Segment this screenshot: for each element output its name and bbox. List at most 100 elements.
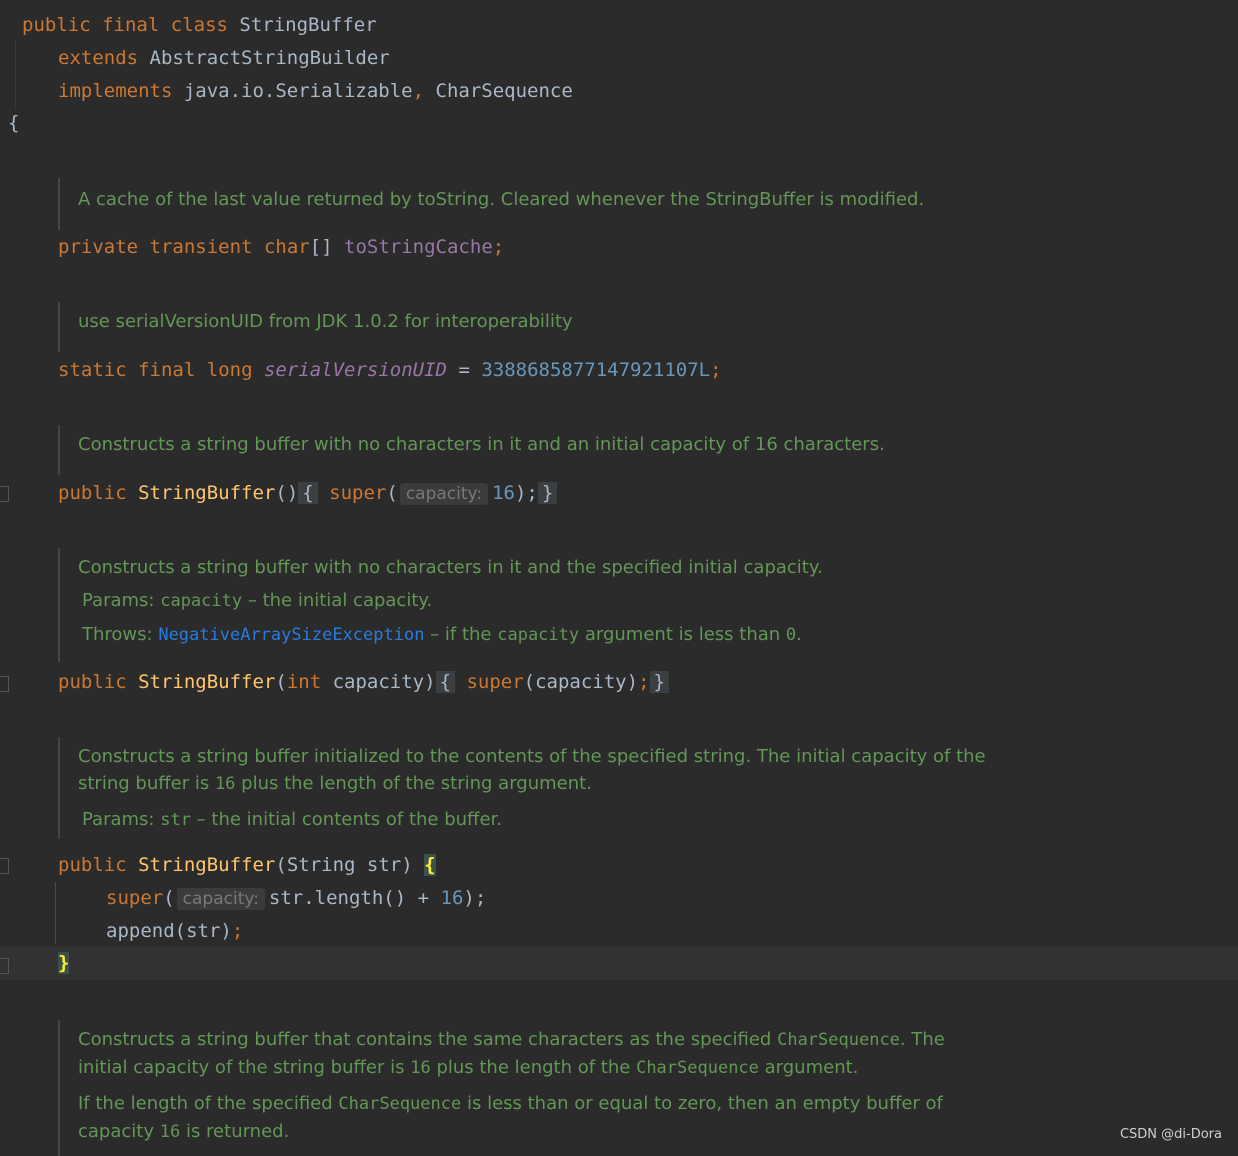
watermark: CSDN @di-Dora <box>1119 1127 1222 1142</box>
fold-marker-icon[interactable] <box>0 676 9 692</box>
text: is returned. <box>185 1121 290 1142</box>
keyword: transient <box>149 236 253 258</box>
class-name: StringBuffer <box>239 14 377 36</box>
number-literal: 16 <box>492 482 515 504</box>
comma: , <box>412 80 425 102</box>
field-name: toStringCache <box>344 236 493 258</box>
keyword: long <box>206 359 253 381</box>
code-ref: 0 <box>785 625 797 645</box>
matched-brace[interactable]: } <box>58 952 70 974</box>
indent-guide <box>55 882 56 944</box>
paren: ( <box>275 671 287 693</box>
keyword: final <box>102 14 160 36</box>
param-desc: – the initial contents of the buffer. <box>196 809 503 830</box>
javadoc-text: If the length of the specified CharSeque… <box>78 1090 945 1118</box>
text: . The <box>899 1029 945 1050</box>
implements-line[interactable]: implements java.io.Serializable, CharSeq… <box>58 76 573 106</box>
method-name: StringBuffer <box>138 671 276 693</box>
statement[interactable]: super(capacity: str.length() + 16); <box>106 883 486 913</box>
javadoc-text: Constructs a string buffer that contains… <box>78 1026 945 1054</box>
label: Params: <box>82 590 155 611</box>
text: Constructs a string buffer that contains… <box>78 1029 772 1050</box>
matched-brace[interactable]: { <box>424 854 436 876</box>
parens: () <box>275 482 299 504</box>
keyword: implements <box>58 80 173 102</box>
label: Throws: <box>82 624 153 645</box>
text: plus the length of the <box>436 1057 631 1078</box>
keyword: public <box>58 671 127 693</box>
semicolon: ; <box>710 359 722 381</box>
semicolon: ; <box>492 236 505 258</box>
paren: ); <box>514 482 538 504</box>
interface-name: CharSequence <box>435 80 573 102</box>
exception-link[interactable]: NegativeArraySizeException <box>158 625 424 645</box>
keyword: extends <box>58 47 139 69</box>
parameter-hint: capacity: <box>399 483 489 505</box>
code-ref: capacity <box>497 625 580 645</box>
class-declaration[interactable]: public final class StringBuffer <box>22 10 377 40</box>
number-literal: 16 <box>440 887 464 909</box>
folded-brace[interactable]: } <box>649 671 669 693</box>
code-ref: CharSequence <box>777 1030 900 1050</box>
semicolon: ; <box>638 671 650 693</box>
keyword: final <box>138 359 196 381</box>
throws-text: argument is less than <box>584 624 781 645</box>
fold-marker-icon[interactable] <box>0 858 9 874</box>
keyword: super <box>106 887 164 909</box>
brackets: [] <box>309 236 333 258</box>
keyword: private <box>58 236 139 258</box>
method-name: StringBuffer <box>138 854 276 876</box>
text: initial capacity of the string buffer is <box>78 1057 405 1078</box>
text: If the length of the specified <box>78 1093 333 1114</box>
text: is less than or equal to zero, then an e… <box>466 1093 943 1114</box>
text: plus the length of the string argument. <box>241 773 592 794</box>
indent-guide <box>15 40 16 110</box>
param-name: str <box>160 810 191 830</box>
javadoc-text: use serialVersionUID from JDK 1.0.2 for … <box>78 311 573 332</box>
text: argument. <box>764 1057 859 1078</box>
javadoc-rendered: Constructs a string buffer with no chara… <box>58 425 885 475</box>
call: (capacity) <box>523 671 639 693</box>
constructor-declaration[interactable]: public StringBuffer(int capacity){ super… <box>58 667 669 697</box>
current-line-highlight <box>0 946 1238 980</box>
fold-marker-icon[interactable] <box>0 958 9 974</box>
text: string buffer is <box>78 773 210 794</box>
folded-brace[interactable]: } <box>537 482 558 504</box>
code-ref: 16 <box>214 774 236 794</box>
closing-brace[interactable]: } <box>58 948 70 978</box>
javadoc-text: A cache of the last value returned by to… <box>78 189 925 210</box>
superclass-name: AbstractStringBuilder <box>149 47 390 69</box>
constructor-declaration[interactable]: public StringBuffer(String str) { <box>58 850 436 880</box>
javadoc-text: Constructs a string buffer with no chara… <box>78 557 823 578</box>
paren: ( <box>163 887 175 909</box>
javadoc-rendered: Constructs a string buffer with no chara… <box>58 548 823 662</box>
param: capacity) <box>332 671 436 693</box>
keyword: public <box>22 14 91 36</box>
keyword: int <box>286 671 322 693</box>
field-declaration[interactable]: private transient char[] toStringCache; <box>58 232 504 262</box>
javadoc-throws: Throws: NegativeArraySizeException – if … <box>82 621 823 649</box>
signature: (String str) <box>275 854 413 876</box>
throws-text: . <box>796 624 802 645</box>
javadoc-text: Constructs a string buffer initialized t… <box>78 746 986 767</box>
constructor-declaration[interactable]: public StringBuffer(){ super(capacity: 16… <box>58 478 558 508</box>
folded-brace[interactable]: { <box>435 671 456 693</box>
number-literal: 3388685877147921107L <box>481 359 711 381</box>
fold-marker-icon[interactable] <box>0 486 9 502</box>
keyword: super <box>329 482 387 504</box>
extends-line[interactable]: extends AbstractStringBuilder <box>58 43 390 73</box>
statement[interactable]: append(str); <box>106 916 243 946</box>
interface-name: java.io.Serializable <box>183 80 413 102</box>
parameter-hint: capacity: <box>176 888 265 910</box>
javadoc-text: Constructs a string buffer with no chara… <box>78 434 885 455</box>
code-ref: CharSequence <box>636 1058 759 1078</box>
javadoc-rendered: use serialVersionUID from JDK 1.0.2 for … <box>58 302 573 352</box>
open-brace: { <box>8 112 20 134</box>
operator: = <box>447 359 482 381</box>
folded-brace[interactable]: { <box>298 482 318 504</box>
label: Params: <box>82 809 155 830</box>
semicolon: ; <box>231 920 244 942</box>
javadoc-rendered: Constructs a string buffer that contains… <box>58 1020 945 1156</box>
field-name: serialVersionUID <box>263 359 447 381</box>
field-declaration[interactable]: static final long serialVersionUID = 338… <box>58 355 722 385</box>
